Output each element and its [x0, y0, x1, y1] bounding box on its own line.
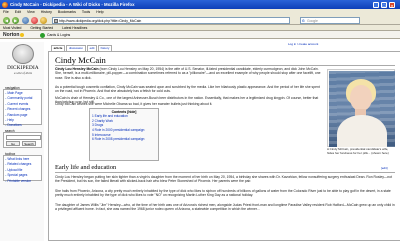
section-divider [55, 172, 395, 173]
toolbox-portlet: toolbox What links here Related changes … [3, 152, 42, 184]
article-page: Cindy McCain Cindy Lou Hensley McCain (b… [48, 51, 400, 241]
search-box[interactable]: G Google [300, 16, 360, 24]
norton-status-icon [40, 32, 45, 38]
portrait-thumbnail[interactable] [327, 69, 395, 147]
norton-check-icon [20, 32, 25, 37]
norton-toolbar: Norton Cards & Logins [0, 31, 400, 39]
menu-file[interactable]: File [3, 10, 9, 14]
paragraph-2: As a potential tough cosmetic conflation… [55, 85, 320, 94]
url-text: http://www.dickipedia.org/dick.php?title… [59, 18, 142, 23]
section1-paragraph-2: She hails from Phoenix, Arizona, a city … [55, 189, 391, 198]
section-edit-link[interactable]: [edit] [381, 166, 388, 170]
site-logo[interactable]: DICKIPEDIA a wiki of dicks [6, 44, 40, 78]
table-of-contents: Contents [hide] 1 Early life and educati… [89, 108, 159, 161]
sidebar-item-printable-version[interactable]: Printable version [6, 179, 40, 184]
menu-edit[interactable]: Edit [15, 10, 21, 14]
lead-name: Cindy Lou Hensley McCain [55, 67, 99, 71]
site-favicon-icon [54, 18, 58, 23]
search-placeholder: Google [307, 18, 318, 23]
window-titlebar: Cindy McCain - Dickipedia - A Wiki of Di… [0, 0, 400, 9]
bookmark-most-visited[interactable]: Most Visited [3, 26, 21, 30]
bookmark-getting-started[interactable]: Getting Started [30, 26, 53, 30]
login-link[interactable]: Log in / create account [288, 42, 318, 46]
bookmark-latest-headlines[interactable]: Latest Headlines [62, 26, 87, 30]
title-divider [55, 65, 395, 66]
back-button[interactable]: ◀ [3, 16, 10, 24]
search-portlet: search Go Search [3, 129, 42, 148]
close-button[interactable]: × [389, 1, 395, 8]
minimize-button[interactable]: _ [373, 1, 379, 8]
toc-item[interactable]: 6 Role in 2008 presidential campaign [92, 137, 156, 142]
norton-logo[interactable]: Norton [3, 31, 25, 39]
portrait-face [350, 85, 372, 111]
toolbox-heading: toolbox [5, 152, 16, 156]
search-heading: search [5, 129, 15, 133]
portrait-jacket [337, 115, 387, 147]
sidebar-search-input[interactable] [5, 134, 41, 140]
menu-help[interactable]: Help [96, 10, 103, 14]
section-heading-early-life: Early life and education [55, 164, 117, 171]
stop-icon[interactable] [31, 16, 38, 24]
maximize-button[interactable]: □ [381, 1, 387, 8]
navigation-portlet: navigation Main Page Community portal Cu… [3, 86, 42, 127]
sidebar: DICKIPEDIA a wiki of dicks navigation Ma… [0, 42, 44, 241]
search-button[interactable]: Search [22, 141, 36, 146]
portrait-image [329, 71, 395, 147]
home-icon[interactable] [40, 16, 47, 24]
section1-paragraph-3: The daughter of James Willis "Jim" Hensl… [55, 203, 395, 212]
content-area: article discussion edit history Log in /… [48, 42, 400, 241]
window-title: Cindy McCain - Dickipedia - A Wiki of Di… [10, 2, 135, 7]
navigation-heading: navigation [5, 86, 20, 90]
address-bar[interactable]: http://www.dickipedia.org/dick.php?title… [52, 16, 290, 24]
portrait-caption: A Cindy McCain, presidential candidate's… [327, 147, 389, 155]
norton-cards-logins[interactable]: Cards & Logins [47, 31, 70, 39]
page-title: Cindy McCain [55, 55, 106, 65]
menu-bookmarks[interactable]: Bookmarks [58, 10, 76, 14]
lead-paragraph: Cindy Lou Hensley McCain (born Cindy Lou… [55, 67, 323, 80]
google-search-icon: G [302, 18, 305, 23]
menu-view[interactable]: View [27, 10, 35, 14]
go-button[interactable]: Go [6, 141, 20, 146]
section1-paragraph-1: Cindy Lou Hensley began putting her skin… [55, 175, 393, 184]
firefox-icon [2, 1, 8, 8]
menu-tools[interactable]: Tools [82, 10, 90, 14]
reload-icon[interactable] [22, 16, 29, 24]
globe-logo-icon [12, 44, 34, 64]
menu-history[interactable]: History [41, 10, 52, 14]
forward-button[interactable]: ▶ [12, 16, 19, 24]
navigation-toolbar: ◀ ▶ http://www.dickipedia.org/dick.php?t… [0, 15, 400, 25]
logo-subtitle: a wiki of dicks [13, 71, 33, 75]
